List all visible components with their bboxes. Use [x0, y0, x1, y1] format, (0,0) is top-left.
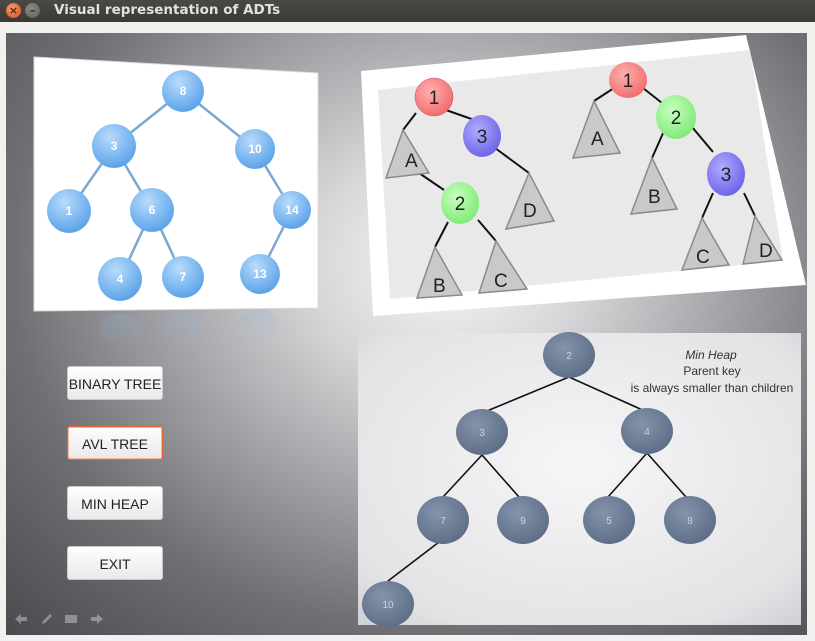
pencil-icon[interactable] [40, 613, 54, 625]
svg-text:3: 3 [479, 428, 485, 439]
heap-node-8: 8 [664, 496, 716, 544]
back-arrow-icon[interactable] [14, 613, 28, 625]
heap-node-9: 9 [497, 496, 549, 544]
window-titlebar: × – Visual representation of ADTs [0, 0, 815, 22]
svg-text:8: 8 [687, 516, 693, 527]
heap-node-3: 3 [456, 409, 508, 455]
exit-button[interactable]: EXIT [67, 546, 163, 580]
minimize-window-button[interactable]: – [25, 3, 40, 18]
heap-node-2: 2 [543, 332, 595, 378]
close-window-button[interactable]: × [6, 3, 21, 18]
min-heap-line2: is always smaller than children [631, 381, 794, 395]
min-heap-title: Min Heap [685, 348, 737, 362]
heap-node-10: 10 [362, 581, 414, 627]
forward-arrow-icon[interactable] [90, 613, 104, 625]
window-title: Visual representation of ADTs [54, 2, 281, 18]
svg-text:5: 5 [606, 516, 612, 527]
main-stage: 8 3 10 1 6 14 4 7 13 A D B C A B C D 1 3… [6, 33, 807, 635]
heap-node-4: 4 [621, 408, 673, 454]
binary-tree-button[interactable]: BINARY TREE [67, 366, 163, 400]
svg-text:10: 10 [382, 600, 394, 611]
svg-text:4: 4 [644, 427, 650, 438]
min-heap-picture: 2 3 4 7 9 5 8 10 Min Heap Parent key is … [358, 332, 801, 627]
svg-text:9: 9 [520, 516, 526, 527]
list-icon[interactable] [64, 613, 78, 625]
heap-node-5: 5 [583, 496, 635, 544]
svg-text:2: 2 [566, 351, 572, 362]
svg-text:7: 7 [440, 516, 446, 527]
heap-node-7: 7 [417, 496, 469, 544]
min-heap-button[interactable]: MIN HEAP [67, 486, 163, 520]
min-heap-line1: Parent key [683, 364, 740, 378]
avl-tree-button[interactable]: AVL TREE [67, 426, 163, 460]
